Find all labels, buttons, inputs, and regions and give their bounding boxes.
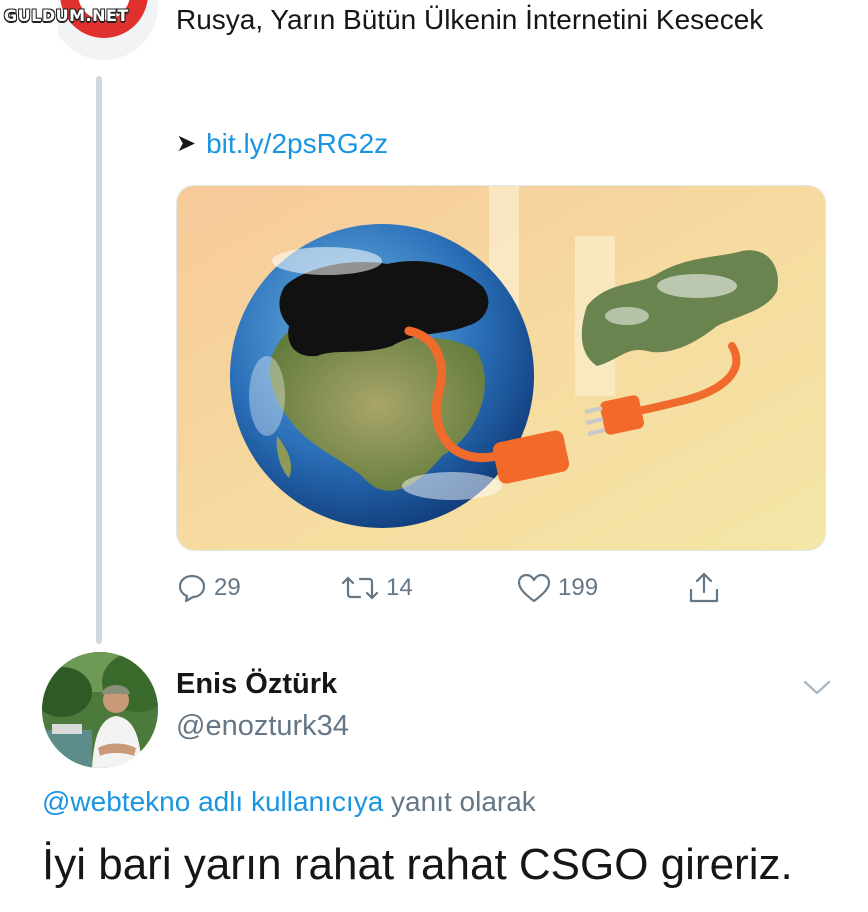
- watermark-logo: GULDUM.NET: [4, 6, 129, 25]
- like-count: 199: [558, 574, 599, 601]
- reply-author-handle[interactable]: @enozturk34: [176, 710, 349, 743]
- retweet-action[interactable]: 14: [340, 566, 413, 610]
- replying-to-mention[interactable]: @webtekno adlı kullanıcıya: [42, 786, 383, 817]
- reply-author-name[interactable]: Enis Öztürk: [176, 668, 337, 701]
- reply-author-avatar[interactable]: [42, 652, 158, 768]
- chevron-down-icon[interactable]: [800, 676, 834, 700]
- like-action[interactable]: 199: [516, 566, 598, 610]
- arrow-icon: ➤: [176, 130, 197, 157]
- replying-to-suffix: yanıt olarak: [383, 786, 536, 817]
- reply-icon: [178, 574, 206, 603]
- reply-action[interactable]: 29: [176, 566, 241, 610]
- heart-icon: [517, 573, 551, 603]
- tweet-link-row: ➤ bit.ly/2psRG2z: [176, 124, 388, 164]
- tweet-link[interactable]: bit.ly/2psRG2z: [206, 124, 388, 164]
- retweet-icon: [341, 576, 379, 600]
- tweet-actions: 29 14 199: [176, 566, 736, 610]
- avatar-photo: [42, 652, 158, 768]
- retweet-count: 14: [386, 574, 413, 601]
- tweet-text: Rusya, Yarın Bütün Ülkenin İnternetini K…: [176, 4, 764, 35]
- reply-text: İyi bari yarın rahat rahat CSGO gireriz.: [42, 840, 793, 889]
- reply-count: 29: [214, 574, 241, 601]
- thread-connector: [96, 76, 102, 644]
- tweet-media-image[interactable]: [176, 185, 826, 551]
- replying-to-line: @webtekno adlı kullanıcıya yanıt olarak: [42, 786, 536, 818]
- globe-unplugged-illustration: [177, 186, 825, 550]
- share-action[interactable]: [686, 566, 728, 610]
- share-icon: [689, 572, 719, 603]
